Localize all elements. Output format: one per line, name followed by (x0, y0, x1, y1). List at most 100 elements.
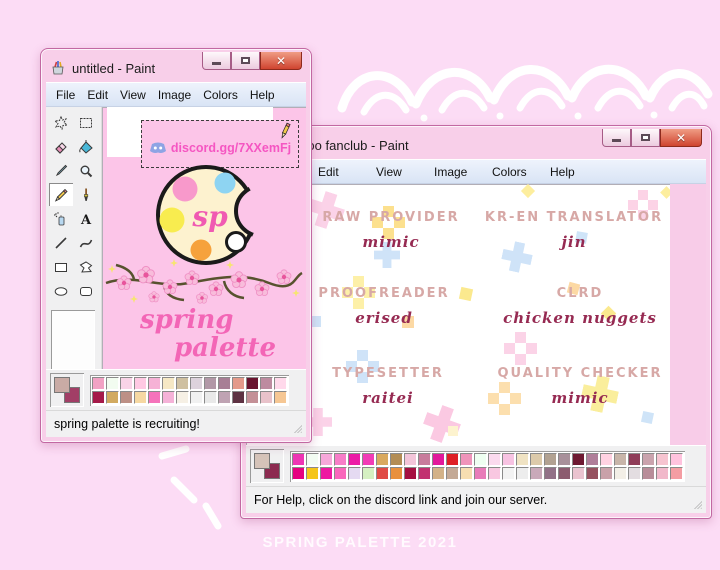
tool-text[interactable]: A (74, 207, 98, 230)
tool-select[interactable] (74, 111, 98, 134)
palette-swatch[interactable] (530, 453, 543, 466)
primary-color-swatch[interactable] (254, 453, 270, 469)
current-colors[interactable] (50, 373, 84, 407)
palette-swatch[interactable] (614, 467, 627, 480)
close-button[interactable]: ✕ (660, 129, 702, 147)
palette-swatch[interactable] (390, 453, 403, 466)
palette-swatch[interactable] (232, 391, 245, 404)
palette-swatch[interactable] (418, 453, 431, 466)
menu-item-image[interactable]: Image (424, 165, 482, 179)
discord-link-text[interactable]: discord.gg/7XXemFj (171, 141, 291, 155)
menu-item-file[interactable]: File (56, 88, 75, 102)
palette-swatch[interactable] (474, 467, 487, 480)
tool-free-form-select[interactable] (49, 111, 73, 134)
palette-swatch[interactable] (190, 391, 203, 404)
discord-selection[interactable]: discord.gg/7XXemFj (141, 120, 299, 168)
palette-swatch[interactable] (204, 377, 217, 390)
palette-swatch[interactable] (134, 377, 147, 390)
palette-swatch[interactable] (670, 467, 683, 480)
palette-swatch[interactable] (362, 467, 375, 480)
palette-swatch[interactable] (586, 453, 599, 466)
tool-brush[interactable] (74, 183, 98, 206)
palette-swatch[interactable] (572, 467, 585, 480)
menu-item-edit[interactable]: Edit (87, 88, 108, 102)
titlebar[interactable]: untitled - Paint ✕ (46, 54, 306, 82)
palette-swatch[interactable] (390, 467, 403, 480)
palette-swatch[interactable] (274, 391, 287, 404)
palette-swatch[interactable] (306, 467, 319, 480)
tool-ellipse[interactable] (49, 279, 73, 302)
palette-swatch[interactable] (218, 377, 231, 390)
palette-swatch[interactable] (190, 377, 203, 390)
menu-item-image[interactable]: Image (158, 88, 191, 102)
discord-link[interactable]: discord.gg/7XXemFj (149, 141, 291, 155)
close-button[interactable]: ✕ (260, 52, 302, 70)
palette-swatch[interactable] (292, 453, 305, 466)
palette-swatch[interactable] (656, 467, 669, 480)
paint-canvas[interactable]: discord.gg/7XXemFj (102, 107, 306, 369)
resize-grip[interactable] (293, 424, 302, 433)
palette-swatch[interactable] (628, 467, 641, 480)
maximize-button[interactable] (231, 52, 260, 70)
tool-pencil[interactable] (49, 183, 73, 206)
tool-color-picker[interactable] (49, 159, 73, 182)
primary-color-swatch[interactable] (54, 377, 70, 393)
palette-swatch[interactable] (460, 453, 473, 466)
palette-swatch[interactable] (148, 377, 161, 390)
palette-swatch[interactable] (320, 453, 333, 466)
palette-swatch[interactable] (572, 453, 585, 466)
palette-swatch[interactable] (120, 391, 133, 404)
palette-swatch[interactable] (320, 467, 333, 480)
palette-swatch[interactable] (292, 467, 305, 480)
palette-swatch[interactable] (404, 467, 417, 480)
tool-polygon[interactable] (74, 255, 98, 278)
palette-swatch[interactable] (544, 467, 557, 480)
palette-swatch[interactable] (404, 453, 417, 466)
palette-swatch[interactable] (176, 391, 189, 404)
palette-swatch[interactable] (376, 467, 389, 480)
palette-swatch[interactable] (656, 453, 669, 466)
palette-swatch[interactable] (134, 391, 147, 404)
palette-swatch[interactable] (432, 467, 445, 480)
palette-swatch[interactable] (488, 467, 501, 480)
palette-swatch[interactable] (600, 467, 613, 480)
palette-swatch[interactable] (642, 467, 655, 480)
palette-swatch[interactable] (516, 453, 529, 466)
palette-swatch[interactable] (516, 467, 529, 480)
palette-swatch[interactable] (614, 453, 627, 466)
tool-line[interactable] (49, 231, 73, 254)
tool-rectangle[interactable] (49, 255, 73, 278)
tool-airbrush[interactable] (49, 207, 73, 230)
palette-swatch[interactable] (260, 391, 273, 404)
palette-swatch[interactable] (232, 377, 245, 390)
palette-swatch[interactable] (362, 453, 375, 466)
palette-swatch[interactable] (246, 391, 259, 404)
palette-swatch[interactable] (488, 453, 501, 466)
palette-swatch[interactable] (446, 467, 459, 480)
palette-swatch[interactable] (530, 467, 543, 480)
tool-magnifier[interactable] (74, 159, 98, 182)
palette-swatch[interactable] (558, 467, 571, 480)
palette-swatch[interactable] (348, 453, 361, 466)
palette-swatch[interactable] (376, 453, 389, 466)
palette-swatch[interactable] (432, 453, 445, 466)
menu-item-view[interactable]: View (366, 165, 424, 179)
palette-swatch[interactable] (148, 391, 161, 404)
palette-swatch[interactable] (628, 453, 641, 466)
palette-swatch[interactable] (120, 377, 133, 390)
menu-item-edit[interactable]: Edit (308, 165, 366, 179)
palette-swatch[interactable] (446, 453, 459, 466)
palette-swatch[interactable] (418, 467, 431, 480)
palette-swatch[interactable] (670, 453, 683, 466)
minimize-button[interactable] (602, 129, 631, 147)
palette-swatch[interactable] (162, 377, 175, 390)
resize-grip[interactable] (693, 500, 702, 509)
palette-swatch[interactable] (544, 453, 557, 466)
palette-swatch[interactable] (176, 377, 189, 390)
palette-swatch[interactable] (246, 377, 259, 390)
palette-swatch[interactable] (106, 391, 119, 404)
tool-curve[interactable] (74, 231, 98, 254)
palette-swatch[interactable] (586, 467, 599, 480)
palette-swatch[interactable] (502, 467, 515, 480)
palette-swatch[interactable] (92, 377, 105, 390)
